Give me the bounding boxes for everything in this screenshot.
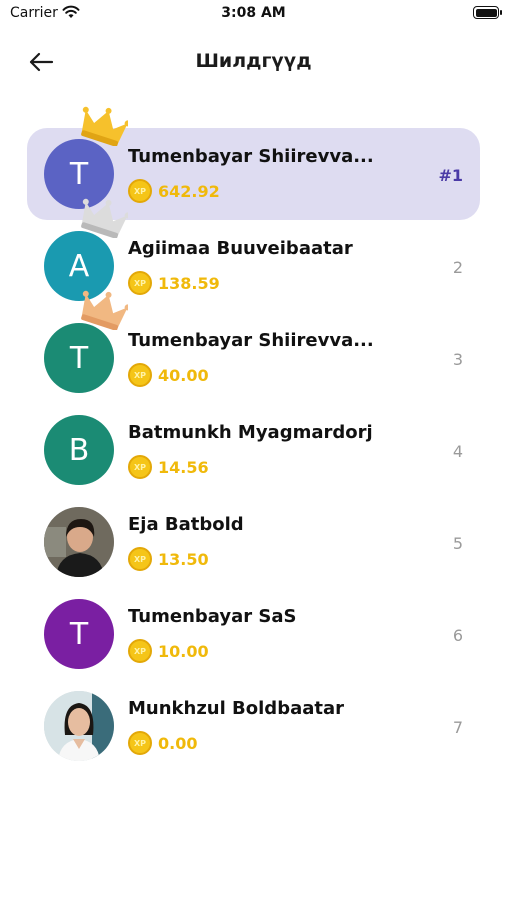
rank-label: 5 <box>452 534 463 553</box>
xp-score: XP 10.00 <box>128 638 209 664</box>
avatar-photo <box>44 691 114 761</box>
xp-value: 13.50 <box>158 549 209 569</box>
rank-label: 3 <box>452 350 463 369</box>
xp-coin-icon: XP <box>128 363 152 387</box>
rank-label: 7 <box>452 718 463 737</box>
leaderboard-row[interactable]: Eja Batbold XP 13.50 5 <box>27 496 480 588</box>
avatar: B <box>44 415 114 485</box>
xp-value: 10.00 <box>158 641 209 661</box>
xp-score: XP 40.00 <box>128 362 209 388</box>
xp-score: XP 138.59 <box>128 270 220 296</box>
user-name: Munkhzul Boldbaatar <box>128 698 344 719</box>
xp-value: 0.00 <box>158 733 198 753</box>
user-name: Agiimaa Buuveibaatar <box>128 238 353 259</box>
avatar: T <box>44 323 114 393</box>
avatar-photo <box>44 507 114 577</box>
app-header: Шилдгүүд <box>0 40 507 84</box>
xp-coin-icon: XP <box>128 179 152 203</box>
xp-coin-icon: XP <box>128 271 152 295</box>
xp-coin-icon: XP <box>128 639 152 663</box>
status-bar: Carrier 3:08 AM <box>0 0 507 30</box>
user-name: Tumenbayar SaS <box>128 606 297 627</box>
xp-score: XP 13.50 <box>128 546 209 572</box>
avatar-initial: T <box>69 340 89 376</box>
xp-value: 642.92 <box>158 181 220 201</box>
clock: 3:08 AM <box>221 5 286 21</box>
xp-value: 40.00 <box>158 365 209 385</box>
xp-coin-icon: XP <box>128 731 152 755</box>
leaderboard-row[interactable]: T Tumenbayar Shiirevva... XP 40.00 3 <box>27 290 480 404</box>
xp-score: XP 642.92 <box>128 178 220 204</box>
battery-icon <box>473 6 502 19</box>
user-name: Batmunkh Myagmardorj <box>128 422 373 443</box>
rank-label: #1 <box>438 166 463 185</box>
avatar-initial: A <box>68 248 90 284</box>
page-title: Шилдгүүд <box>195 50 312 72</box>
avatar-initial: B <box>68 432 90 468</box>
leaderboard-row[interactable]: T Tumenbayar SaS XP 10.00 6 <box>27 588 480 680</box>
leaderboard-row[interactable]: Munkhzul Boldbaatar XP 0.00 7 <box>27 680 480 772</box>
xp-coin-icon: XP <box>128 547 152 571</box>
rank-label: 4 <box>452 442 463 461</box>
user-name: Tumenbayar Shiirevva... <box>128 330 374 351</box>
avatar: T <box>44 599 114 669</box>
user-name: Tumenbayar Shiirevva... <box>128 146 374 167</box>
xp-score: XP 14.56 <box>128 454 209 480</box>
avatar-initial: T <box>69 156 89 192</box>
xp-score: XP 0.00 <box>128 730 197 756</box>
xp-value: 138.59 <box>158 273 220 293</box>
rank-label: 6 <box>452 626 463 645</box>
leaderboard-row[interactable]: B Batmunkh Myagmardorj XP 14.56 4 <box>27 404 480 496</box>
user-name: Eja Batbold <box>128 514 244 535</box>
xp-value: 14.56 <box>158 457 209 477</box>
avatar-initial: T <box>69 616 89 652</box>
rank-label: 2 <box>452 258 463 277</box>
xp-coin-icon: XP <box>128 455 152 479</box>
